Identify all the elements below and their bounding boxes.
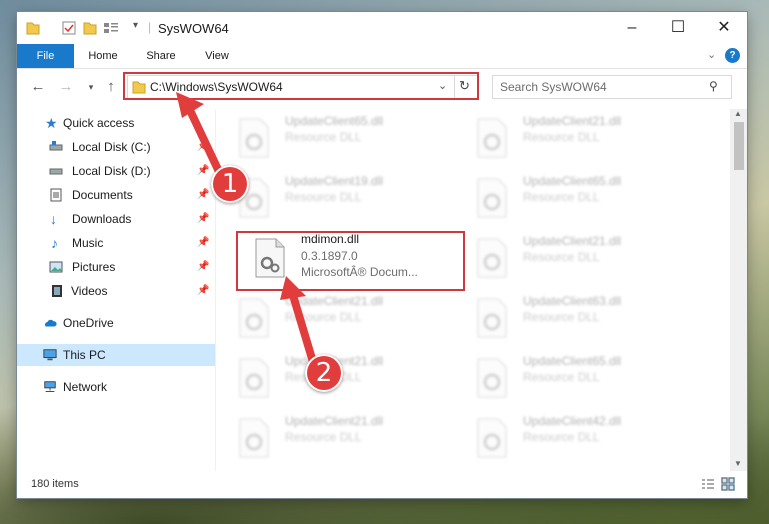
arrow-1 [176,92,226,182]
arrow-2 [280,276,317,366]
annotation-arrows [176,92,317,366]
step-2-badge: 2 [305,354,343,392]
step-1-badge: 1 [211,165,249,203]
